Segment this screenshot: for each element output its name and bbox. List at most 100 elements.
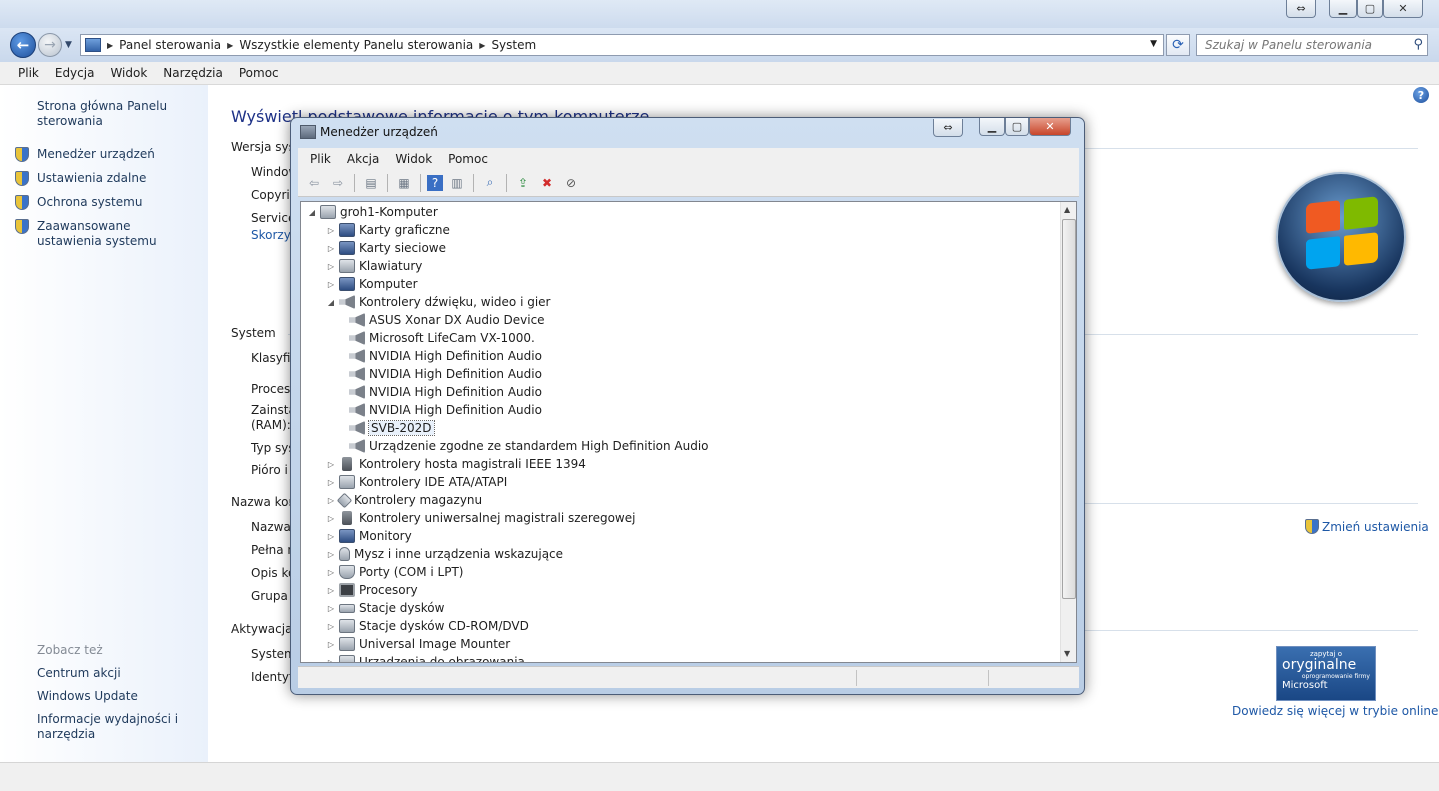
- menu-help[interactable]: Pomoc: [231, 66, 287, 80]
- change-settings-link[interactable]: Zmień ustawienia: [1305, 519, 1429, 534]
- advanced-settings-link[interactable]: Zaawansowane ustawienia systemu: [37, 219, 187, 249]
- tree-device-label[interactable]: Microsoft LifeCam VX-1000.: [369, 331, 535, 345]
- tree-category[interactable]: ▷ Kontrolery magazynu: [326, 491, 482, 509]
- performance-info-link[interactable]: Informacje wydajności i narzędzia: [37, 712, 187, 742]
- scrollbar-thumb[interactable]: [1062, 219, 1076, 599]
- tree-device-label[interactable]: SVB-202D: [368, 420, 435, 436]
- tree-category-label[interactable]: Kontrolery IDE ATA/ATAPI: [359, 475, 507, 489]
- tree-category-label[interactable]: Universal Image Mounter: [359, 637, 510, 651]
- expand-icon[interactable]: ▷: [326, 478, 336, 487]
- tree-category-label[interactable]: Komputer: [359, 277, 418, 291]
- search-icon[interactable]: ⚲: [1413, 37, 1423, 52]
- tree-category[interactable]: ▷ Kontrolery hosta magistrali IEEE 1394: [326, 455, 586, 473]
- breadcrumb-all-items[interactable]: Wszystkie elementy Panelu sterowania: [239, 38, 473, 52]
- tree-category-expanded[interactable]: ◢ Kontrolery dźwięku, wideo i gier: [326, 293, 550, 311]
- tree-category-label[interactable]: Monitory: [359, 529, 412, 543]
- search-input[interactable]: [1197, 35, 1397, 55]
- tree-device-label[interactable]: NVIDIA High Definition Audio: [369, 349, 542, 363]
- tree-category[interactable]: ▷ Monitory: [326, 527, 412, 545]
- forward-arrow-icon[interactable]: ⇨: [328, 173, 348, 193]
- tree-device-label[interactable]: ASUS Xonar DX Audio Device: [369, 313, 545, 327]
- tree-device-label[interactable]: NVIDIA High Definition Audio: [369, 385, 542, 399]
- tree-category-label[interactable]: Procesory: [359, 583, 418, 597]
- disable-device-icon[interactable]: ⊘: [561, 173, 581, 193]
- tree-category-label[interactable]: Karty sieciowe: [359, 241, 446, 255]
- tree-device-label[interactable]: NVIDIA High Definition Audio: [369, 367, 542, 381]
- chevron-right-icon[interactable]: ▶: [227, 41, 233, 50]
- scroll-down-icon[interactable]: ▼: [1064, 649, 1070, 658]
- dm-maximize-button[interactable]: ▢: [1005, 118, 1029, 136]
- expand-icon[interactable]: ▷: [326, 622, 336, 631]
- close-button[interactable]: ✕: [1383, 0, 1423, 18]
- refresh-button[interactable]: ⟳: [1166, 34, 1190, 56]
- tree-category[interactable]: ▷ Kontrolery IDE ATA/ATAPI: [326, 473, 507, 491]
- expand-icon[interactable]: ▷: [326, 604, 336, 613]
- tree-category[interactable]: ▷ Karty sieciowe: [326, 239, 446, 257]
- expand-icon[interactable]: ▷: [326, 514, 336, 523]
- tree-category-label[interactable]: Stacje dysków CD-ROM/DVD: [359, 619, 529, 633]
- chevron-right-icon[interactable]: ▶: [479, 41, 485, 50]
- expand-icon[interactable]: ▷: [326, 460, 336, 469]
- dm-close-button[interactable]: ✕: [1029, 118, 1071, 136]
- address-field[interactable]: ▶ Panel sterowania ▶ Wszystkie elementy …: [80, 34, 1164, 56]
- expand-icon[interactable]: ▷: [326, 568, 336, 577]
- uninstall-device-icon[interactable]: ✖: [537, 173, 557, 193]
- scan-hardware-icon[interactable]: ⌕: [480, 173, 500, 193]
- remote-settings-link[interactable]: Ustawienia zdalne: [37, 171, 146, 186]
- dm-menu-action[interactable]: Akcja: [339, 152, 387, 166]
- tree-category-label[interactable]: Klawiatury: [359, 259, 422, 273]
- tree-category-label[interactable]: Kontrolery uniwersalnej magistrali szere…: [359, 511, 635, 525]
- control-panel-home-link[interactable]: Strona główna Panelu sterowania: [37, 99, 177, 129]
- device-tree[interactable]: ◢ groh1-Komputer ▷ Karty graficzne ▷ Kar…: [300, 201, 1077, 663]
- tree-device[interactable]: Microsoft LifeCam VX-1000.: [346, 329, 535, 347]
- tree-category[interactable]: ▷ Karty graficzne: [326, 221, 450, 239]
- dm-menu-view[interactable]: Widok: [387, 152, 440, 166]
- properties-icon[interactable]: ▦: [394, 173, 414, 193]
- system-protection-link[interactable]: Ochrona systemu: [37, 195, 142, 210]
- breadcrumb-system[interactable]: System: [491, 38, 536, 52]
- forward-button[interactable]: →: [38, 33, 62, 57]
- tree-category[interactable]: ▷ Procesory: [326, 581, 418, 599]
- dm-minimize-button[interactable]: ▁: [979, 118, 1005, 136]
- expand-icon[interactable]: ▷: [326, 586, 336, 595]
- tree-category[interactable]: ▷ Mysz i inne urządzenia wskazujące: [326, 545, 563, 563]
- device-manager-link[interactable]: Menedżer urządzeń: [37, 147, 155, 162]
- chevron-right-icon[interactable]: ▶: [107, 41, 113, 50]
- tree-device[interactable]: Urządzenie zgodne ze standardem High Def…: [346, 437, 709, 455]
- expand-icon[interactable]: ▷: [326, 640, 336, 649]
- back-button[interactable]: ←: [10, 32, 36, 58]
- action-center-link[interactable]: Centrum akcji: [37, 666, 121, 681]
- tree-device[interactable]: NVIDIA High Definition Audio: [346, 401, 542, 419]
- menu-view[interactable]: Widok: [102, 66, 155, 80]
- address-dropdown-icon[interactable]: ▼: [1150, 39, 1157, 49]
- tree-category[interactable]: ▷ Stacje dysków CD-ROM/DVD: [326, 617, 529, 635]
- minimize-button[interactable]: ▁: [1329, 0, 1357, 18]
- tree-device[interactable]: NVIDIA High Definition Audio: [346, 383, 542, 401]
- back-arrow-icon[interactable]: ⇦: [304, 173, 324, 193]
- genuine-microsoft-badge[interactable]: zapytaj o oryginalne oprogramowanie firm…: [1276, 646, 1376, 701]
- tree-category-label[interactable]: Porty (COM i LPT): [359, 565, 463, 579]
- expand-icon[interactable]: ▷: [326, 658, 336, 663]
- tree-category[interactable]: ▷ Urządzenia do obrazowania: [326, 653, 525, 663]
- tree-category-label[interactable]: Kontrolery hosta magistrali IEEE 1394: [359, 457, 586, 471]
- tree-device[interactable]: ASUS Xonar DX Audio Device: [346, 311, 545, 329]
- menu-tools[interactable]: Narzędzia: [155, 66, 231, 80]
- action-pane-icon[interactable]: ▥: [447, 173, 467, 193]
- tree-category[interactable]: ▷ Komputer: [326, 275, 418, 293]
- tree-device-label[interactable]: Urządzenie zgodne ze standardem High Def…: [369, 439, 709, 453]
- learn-more-online-link[interactable]: Dowiedz się więcej w trybie online...: [1232, 704, 1439, 718]
- tree-category-label[interactable]: Stacje dysków: [359, 601, 444, 615]
- snap-icon[interactable]: ⇔: [1286, 0, 1316, 18]
- tree-root[interactable]: ◢ groh1-Komputer: [307, 203, 438, 221]
- update-driver-icon[interactable]: ⇪: [513, 173, 533, 193]
- tree-scrollbar[interactable]: ▲ ▼: [1060, 202, 1076, 662]
- menu-file[interactable]: Plik: [10, 66, 47, 80]
- tree-category-label[interactable]: Kontrolery magazynu: [354, 493, 482, 507]
- expand-icon[interactable]: ▷: [326, 532, 336, 541]
- tree-device[interactable]: NVIDIA High Definition Audio: [346, 365, 542, 383]
- tree-category-label[interactable]: Mysz i inne urządzenia wskazujące: [354, 547, 563, 561]
- snap-icon[interactable]: ⇔: [933, 119, 963, 137]
- expand-icon[interactable]: ▷: [326, 550, 336, 559]
- recent-pages-dropdown-icon[interactable]: ▼: [65, 40, 72, 50]
- tree-category-label[interactable]: Kontrolery dźwięku, wideo i gier: [359, 295, 550, 309]
